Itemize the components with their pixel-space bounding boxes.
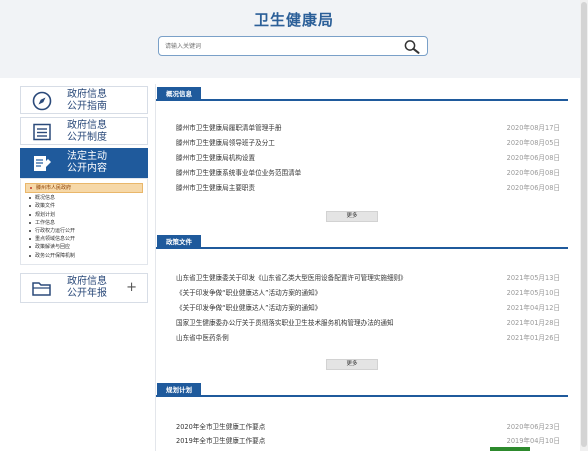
more-button[interactable]: 更多 xyxy=(326,211,378,222)
list-item[interactable]: 滕州市卫生健康局机构设置 2020年06月08日 xyxy=(156,152,568,164)
item-title[interactable]: 2019年全市卫生健康工作要点 xyxy=(176,435,265,447)
list-item[interactable]: 《关于印发争做“职业健康达人”活动方案的通知》 2021年05月10日 xyxy=(156,287,568,299)
floating-badge xyxy=(490,447,530,451)
item-title[interactable]: 山东省卫生健康委关于印发《山东省乙类大型医用设备配置许可管理实施细则》 xyxy=(176,272,407,284)
item-date: 2021年05月13日 xyxy=(506,274,560,282)
sidebar-item-label: 政府信息 公开年报 xyxy=(67,275,107,299)
item-date: 2020年08月17日 xyxy=(506,124,560,132)
item-date: 2020年08月05日 xyxy=(506,139,560,147)
page-header: 卫生健康局 xyxy=(0,0,588,78)
item-title[interactable]: 《关于印发争做“职业健康达人”活动方案的通知》 xyxy=(176,287,321,299)
item-title[interactable]: 滕州市卫生健康局机构设置 xyxy=(176,152,255,164)
sidebar-item-statutory-content[interactable]: 法定主动 公开内容 xyxy=(20,148,148,178)
submenu-item[interactable]: 工作信息 xyxy=(21,219,147,227)
item-title[interactable]: 2020年全市卫生健康工作要点 xyxy=(176,421,265,433)
list-item[interactable]: 滕州市卫生健康局主要职责 2020年06月08日 xyxy=(156,182,568,194)
submenu-item[interactable]: 滕州市人民政府 xyxy=(25,183,143,194)
sidebar-item-label: 政府信息 公开制度 xyxy=(67,120,107,143)
list-item[interactable]: 国家卫生健康委办公厅关于贯彻落实职业卫生技术服务机构管理办法的通知 2021年0… xyxy=(156,317,568,329)
more-button[interactable]: 更多 xyxy=(326,359,378,370)
list-item[interactable]: 滕州市卫生健康系统事业单位业务范围清单 2020年06月08日 xyxy=(156,167,568,179)
sidebar: 政府信息 公开指南 政府信息 公开制度 法定主动 公开内容 滕州市人民政府 概况… xyxy=(20,86,148,306)
submenu: 滕州市人民政府 概况信息 政策文件 规划计划 工作信息 行政权力运行公开 重点领… xyxy=(20,178,148,265)
section-overview: 概况信息 滕州市卫生健康局履职清单管理手册 2020年08月17日 滕州市卫生健… xyxy=(156,87,568,237)
item-title[interactable]: 国家卫生健康委办公厅关于贯彻落实职业卫生技术服务机构管理办法的通知 xyxy=(176,317,394,329)
item-title[interactable]: 山东省中医药条例 xyxy=(176,332,229,344)
submenu-item[interactable]: 政策解读与回应 xyxy=(21,243,147,251)
list-item[interactable]: 2019年全市卫生健康工作要点 2019年04月10日 xyxy=(156,435,568,447)
item-date: 2020年06月08日 xyxy=(506,154,560,162)
submenu-item[interactable]: 概况信息 xyxy=(21,194,147,202)
item-date: 2020年06月08日 xyxy=(506,184,560,192)
item-date: 2019年04月10日 xyxy=(506,437,560,445)
item-title[interactable]: 《关于印发争做“职业健康达人”活动方案的通知》 xyxy=(176,302,321,314)
item-title[interactable]: 滕州市卫生健康局主要职责 xyxy=(176,182,255,194)
submenu-item[interactable]: 行政权力运行公开 xyxy=(21,227,147,235)
section-title: 政策文件 xyxy=(157,235,201,249)
sidebar-item-label: 政府信息 公开指南 xyxy=(67,89,107,112)
item-title[interactable]: 滕州市卫生健康系统事业单位业务范围清单 xyxy=(176,167,301,179)
submenu-item[interactable]: 政务公开保障机制 xyxy=(21,252,147,260)
submenu-item[interactable]: 政策文件 xyxy=(21,202,147,210)
folder-icon xyxy=(32,282,51,296)
page-scrollbar[interactable] xyxy=(580,0,588,451)
item-date: 2021年04月12日 xyxy=(506,304,560,312)
submenu-item[interactable]: 重点领域信息公开 xyxy=(21,235,147,243)
sidebar-item-system[interactable]: 政府信息 公开制度 xyxy=(20,117,148,145)
item-title[interactable]: 滕州市卫生健康局履职清单管理手册 xyxy=(176,122,282,134)
item-date: 2020年06月08日 xyxy=(506,169,560,177)
list-item[interactable]: 滕州市卫生健康局领导班子及分工 2020年08月05日 xyxy=(156,137,568,149)
list-item[interactable]: 2020年全市卫生健康工作要点 2020年06月23日 xyxy=(156,421,568,433)
item-date: 2021年05月10日 xyxy=(506,289,560,297)
section-title: 规划计划 xyxy=(157,383,201,397)
list-item[interactable]: 山东省卫生健康委关于印发《山东省乙类大型医用设备配置许可管理实施细则》 2021… xyxy=(156,272,568,284)
search-box xyxy=(158,36,428,56)
scrollbar-thumb[interactable] xyxy=(581,2,587,447)
search-icon[interactable] xyxy=(403,39,421,54)
list-item[interactable]: 《关于印发争做“职业健康达人”活动方案的通知》 2021年04月12日 xyxy=(156,302,568,314)
section-policy: 政策文件 山东省卫生健康委关于印发《山东省乙类大型医用设备配置许可管理实施细则》… xyxy=(156,235,568,383)
sidebar-item-annual-report[interactable]: 政府信息 公开年报 + xyxy=(20,272,148,303)
item-date: 2020年06月23日 xyxy=(506,423,560,431)
section-header: 规划计划 xyxy=(156,383,568,397)
content-panel: 概况信息 滕州市卫生健康局履职清单管理手册 2020年08月17日 滕州市卫生健… xyxy=(155,84,568,451)
item-title[interactable]: 滕州市卫生健康局领导班子及分工 xyxy=(176,137,275,149)
site-title: 卫生健康局 xyxy=(253,11,334,29)
sidebar-item-label: 法定主动 公开内容 xyxy=(67,151,107,174)
section-planning: 规划计划 2020年全市卫生健康工作要点 2020年06月23日 2019年全市… xyxy=(156,383,568,451)
list-document-icon xyxy=(33,123,51,141)
section-header: 概况信息 xyxy=(156,87,568,101)
list-item[interactable]: 滕州市卫生健康局履职清单管理手册 2020年08月17日 xyxy=(156,122,568,134)
submenu-item[interactable]: 规划计划 xyxy=(21,211,147,219)
item-date: 2021年01月28日 xyxy=(506,319,560,327)
compass-icon xyxy=(32,91,52,111)
item-date: 2021年01月26日 xyxy=(506,334,560,342)
search-input[interactable] xyxy=(165,39,393,54)
list-item[interactable]: 山东省中医药条例 2021年01月26日 xyxy=(156,332,568,344)
expand-plus-icon[interactable]: + xyxy=(126,281,137,294)
sidebar-item-guide[interactable]: 政府信息 公开指南 xyxy=(20,86,148,114)
section-header: 政策文件 xyxy=(156,235,568,249)
edit-document-icon xyxy=(34,156,51,171)
section-title: 概况信息 xyxy=(157,87,201,101)
